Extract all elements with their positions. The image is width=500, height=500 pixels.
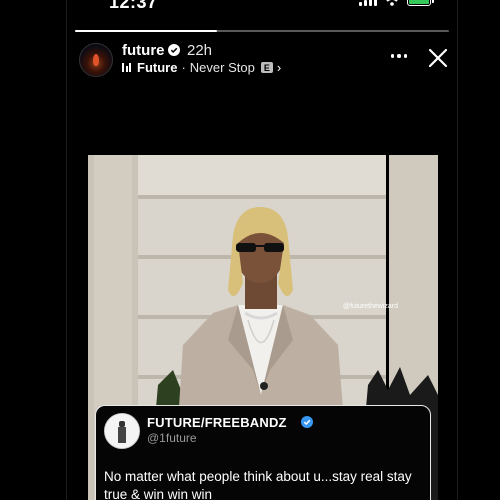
tweet-card[interactable]: FUTURE/FREEBANDZ @1future No matter what… — [95, 405, 431, 500]
story-username[interactable]: future — [122, 42, 165, 59]
tweet-author-name: FUTURE/FREEBANDZ — [147, 415, 287, 430]
music-song: Never Stop — [189, 60, 255, 75]
music-attribution[interactable]: Future · Never Stop E › — [122, 60, 281, 75]
tweet-avatar — [104, 413, 140, 449]
avatar[interactable] — [79, 43, 113, 77]
story-header: future 22h Future · Never Stop E › — [67, 40, 457, 80]
story-progress-fill — [75, 30, 218, 32]
verified-badge-icon — [301, 416, 313, 428]
status-icons — [359, 0, 434, 6]
status-bar: 12:37 — [67, 0, 457, 16]
close-icon[interactable] — [427, 47, 449, 69]
story-viewer: 12:37 future 22h Future · Never Stop E ›… — [66, 0, 458, 500]
photo-watermark: @futurethewizard — [343, 303, 398, 310]
music-separator: · — [181, 60, 186, 75]
music-bars-icon — [122, 63, 131, 72]
explicit-badge: E — [260, 62, 273, 73]
battery-icon — [407, 0, 434, 6]
story-progress-bar — [75, 30, 449, 32]
verified-badge-icon — [168, 44, 180, 56]
tweet-text: No matter what people think about u...st… — [104, 469, 412, 500]
story-time-ago: 22h — [187, 42, 213, 59]
more-options-icon[interactable] — [390, 54, 407, 58]
music-artist: Future — [137, 60, 178, 75]
status-time: 12:37 — [109, 0, 158, 12]
tweet-handle: @1future — [147, 431, 197, 445]
chevron-right-icon: › — [276, 60, 282, 75]
cellular-signal-icon — [359, 0, 377, 6]
wifi-icon — [386, 0, 398, 6]
